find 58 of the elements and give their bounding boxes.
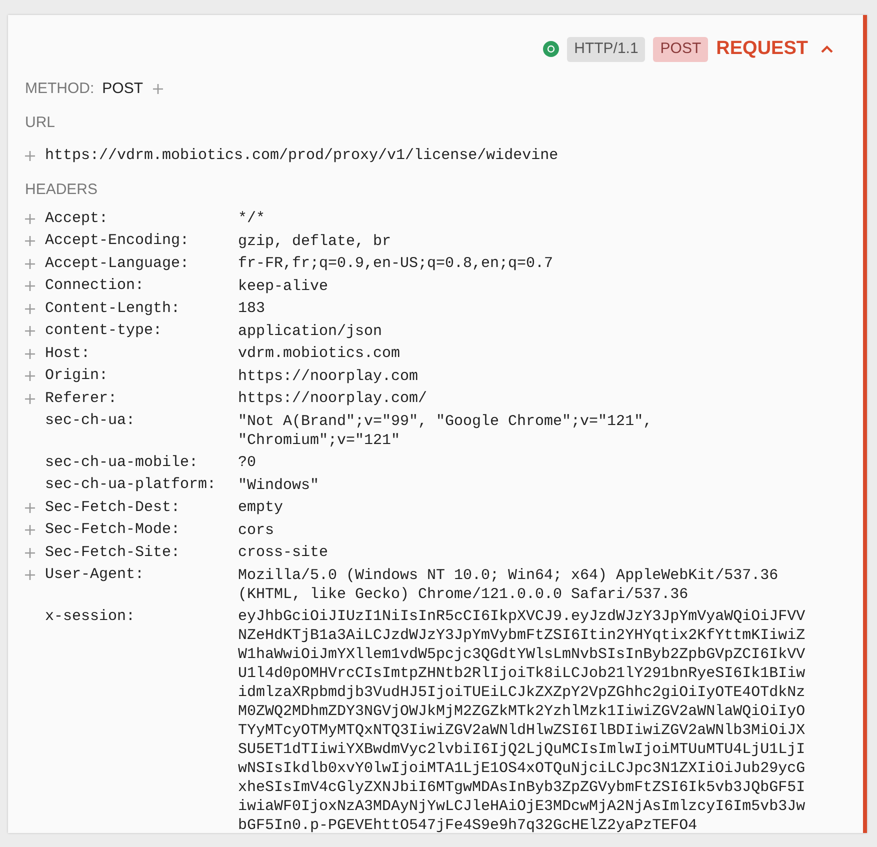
plus-icon[interactable] xyxy=(25,348,35,358)
header-value: "Windows" xyxy=(238,476,320,496)
plus-icon[interactable] xyxy=(25,394,35,404)
header-value: eyJhbGciOiJIUzI1NiIsInR5cCI6IkpXVCJ9.eyJzdWJzY3JpYmVyaWQiOiJFVVNZeHdKTjB1a3AiLCJzdWJzY3JpYmVybmFtZSI6Itin2YHYqtix2KfYttmKIiwiZW1haWwiOiJmYXllem1vdW5pcjc3QGdtYWlsLmNvbSIsInByb2ZpbGVpZCI6IkVVU1l4d0pOMHVrcCIsImtpZHNtb2RlIjoiTk8iLCJob21lY291bnRyeSI6Ik1BIiwidmlzaXRpbmdjb3VudHJ5IjoiTUEiLCJkZXZpY2VpZGhhc2giOiIyOTE4OTdkNzM0ZWQ2MDhmZDY3NGVjOWJkMjM2ZGZkMTk2YzhlMzk1IiwiZGV2aWNlaWQiOiIyOTYyMTcyOTMyMTQxNTQ3IiwiZGV2aWNldHlwZSI6IlBDIiwiZGV2aWNlb3MiOiJXSU5ET1dTIiwiYXBwdmVyc2lvbiI6IjQ2LjQuMCIsImlwIjoiMTUuMTU4LjU1LjIwNSIsIkdlb0xvY0lwIjoiMTA1LjE1OS4xOTQuNjciLCJpc3N1ZXIiOiJub29ycGxheSIsImV4cGlyZXNJbiI6MTgwMDAsInByb3ZpZGVybmFtZSI6Ik5vb3JQbGF5IiwiaWF0IjoxNzA3MDAyNjYwLCJleHAiOjE3MDcwMjA2NjAsImlzcyI6Im5vb3JwbGF5In0.p-PGEVEhttO547jFe4S9e9h7q32GcHElZ2yaPzTEFO4 xyxy=(238,607,806,836)
plus-icon[interactable] xyxy=(153,84,164,94)
plus-icon[interactable] xyxy=(25,570,35,580)
header-name: Origin: xyxy=(45,366,110,386)
header-name: Accept: xyxy=(45,208,110,228)
chrome-icon xyxy=(543,41,560,58)
header-name: Host: xyxy=(45,344,92,364)
header-name: Sec-Fetch-Mode: xyxy=(45,520,182,540)
plus-icon[interactable] xyxy=(25,525,35,535)
plus-icon[interactable] xyxy=(25,326,35,336)
header-value: 183 xyxy=(238,299,266,320)
protocol-badge: HTTP/1.1 xyxy=(567,37,646,62)
method-badge: POST xyxy=(653,37,708,62)
header-name: Sec-Fetch-Dest: xyxy=(45,498,182,518)
header-name: Accept-Language: xyxy=(45,254,190,274)
method-value: POST xyxy=(102,78,144,98)
headers-label: HEADERS xyxy=(25,180,99,200)
header-value: "Not A(Brand";v="99", "Google Chrome";v="121", "Chromium";v="121" xyxy=(238,412,654,451)
header-value: cross-site xyxy=(238,543,330,564)
header-value: fr-FR,fr;q=0.9,en-US;q=0.8,en;q=0.7 xyxy=(238,254,554,274)
plus-icon[interactable] xyxy=(25,258,35,268)
plus-icon[interactable] xyxy=(25,548,35,558)
plus-icon[interactable] xyxy=(25,150,35,160)
url-value: https://vdrm.mobiotics.com/prod/proxy/v1/license/widevine xyxy=(45,146,558,166)
plus-icon[interactable] xyxy=(25,371,35,381)
header-value: vdrm.mobiotics.com xyxy=(238,344,402,364)
header-name: User-Agent: xyxy=(45,565,146,585)
header-value: */* xyxy=(238,209,266,230)
header-name: sec-ch-ua-mobile: xyxy=(45,452,200,472)
header-name: Connection: xyxy=(45,276,146,296)
header-name: Referer: xyxy=(45,388,118,408)
url-label: URL xyxy=(25,113,56,133)
header-name: Sec-Fetch-Site: xyxy=(45,542,182,562)
method-label: METHOD: xyxy=(25,78,94,98)
chevron-icon[interactable] xyxy=(820,44,834,54)
header-name: content-type: xyxy=(45,321,164,341)
header-value: ?0 xyxy=(238,453,258,474)
header-value: keep-alive xyxy=(238,276,330,297)
header-name: Accept-Encoding: xyxy=(45,231,190,251)
header-value: empty xyxy=(238,498,284,518)
section-title: REQUEST xyxy=(716,37,808,61)
plus-icon[interactable] xyxy=(25,236,35,246)
header-value: cors xyxy=(238,520,276,541)
plus-icon[interactable] xyxy=(25,214,35,224)
header-value: https://noorplay.com xyxy=(238,366,420,387)
header-value: application/json xyxy=(238,322,384,342)
header-name: sec-ch-ua-platform: xyxy=(45,475,218,495)
header-value: gzip, deflate, br xyxy=(238,232,392,252)
plus-icon[interactable] xyxy=(25,502,35,512)
plus-icon[interactable] xyxy=(25,281,35,291)
header-name: Content-Length: xyxy=(45,298,182,318)
plus-icon[interactable] xyxy=(25,304,35,314)
header-name: sec-ch-ua: xyxy=(45,411,136,431)
header-value: https://noorplay.com/ xyxy=(238,389,428,410)
header-name: x-session: xyxy=(45,606,136,626)
